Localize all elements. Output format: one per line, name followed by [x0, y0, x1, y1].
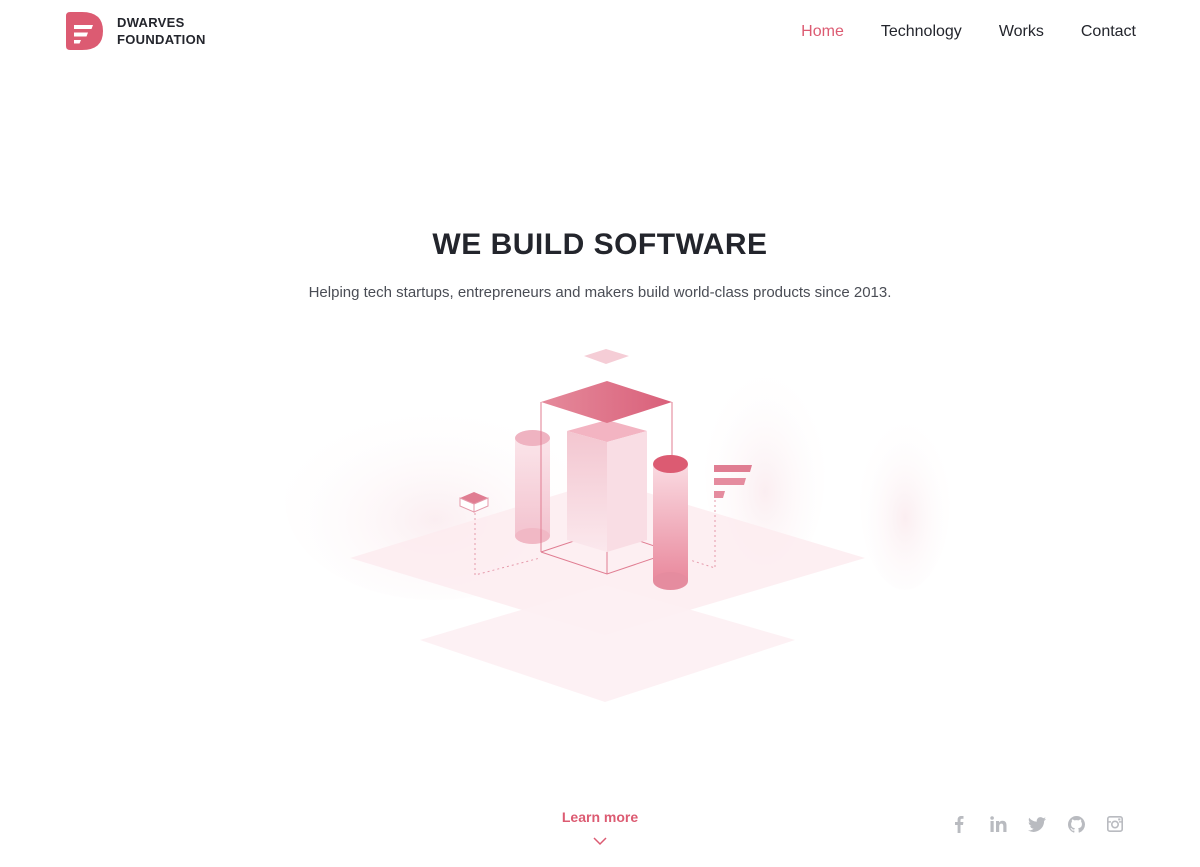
dwarves-logo-icon	[66, 12, 103, 50]
instagram-icon[interactable]	[1105, 814, 1125, 834]
site-header: DWARVES FOUNDATION Home Technology Works…	[0, 0, 1200, 64]
twitter-icon[interactable]	[1027, 814, 1047, 834]
brand-name-line1: DWARVES	[117, 15, 185, 30]
right-cylinder	[653, 455, 688, 590]
chevron-down-icon[interactable]	[593, 836, 607, 846]
logo-link[interactable]: DWARVES FOUNDATION	[66, 12, 206, 50]
brand-name-line2: FOUNDATION	[117, 32, 206, 47]
main-nav: Home Technology Works Contact	[764, 20, 1136, 44]
nav-item-home[interactable]: Home	[801, 20, 844, 44]
brand-name: DWARVES FOUNDATION	[117, 14, 206, 48]
nav-item-works[interactable]: Works	[999, 20, 1044, 44]
nav-item-technology[interactable]: Technology	[881, 20, 962, 44]
floating-diamond	[584, 349, 629, 364]
social-links	[930, 814, 1125, 834]
hero-subtitle: Helping tech startups, entrepreneurs and…	[308, 284, 892, 301]
facebook-icon[interactable]	[949, 814, 969, 834]
github-icon[interactable]	[1066, 814, 1086, 834]
central-tower	[567, 420, 647, 552]
roof-plate	[541, 381, 672, 423]
nav-item-contact[interactable]: Contact	[1081, 20, 1136, 44]
floor-plane-lower	[420, 585, 795, 702]
left-cylinder	[515, 430, 550, 544]
hero-title: WE BUILD SOFTWARE	[432, 228, 768, 261]
hero-illustration	[285, 349, 950, 702]
linkedin-icon[interactable]	[988, 814, 1008, 834]
